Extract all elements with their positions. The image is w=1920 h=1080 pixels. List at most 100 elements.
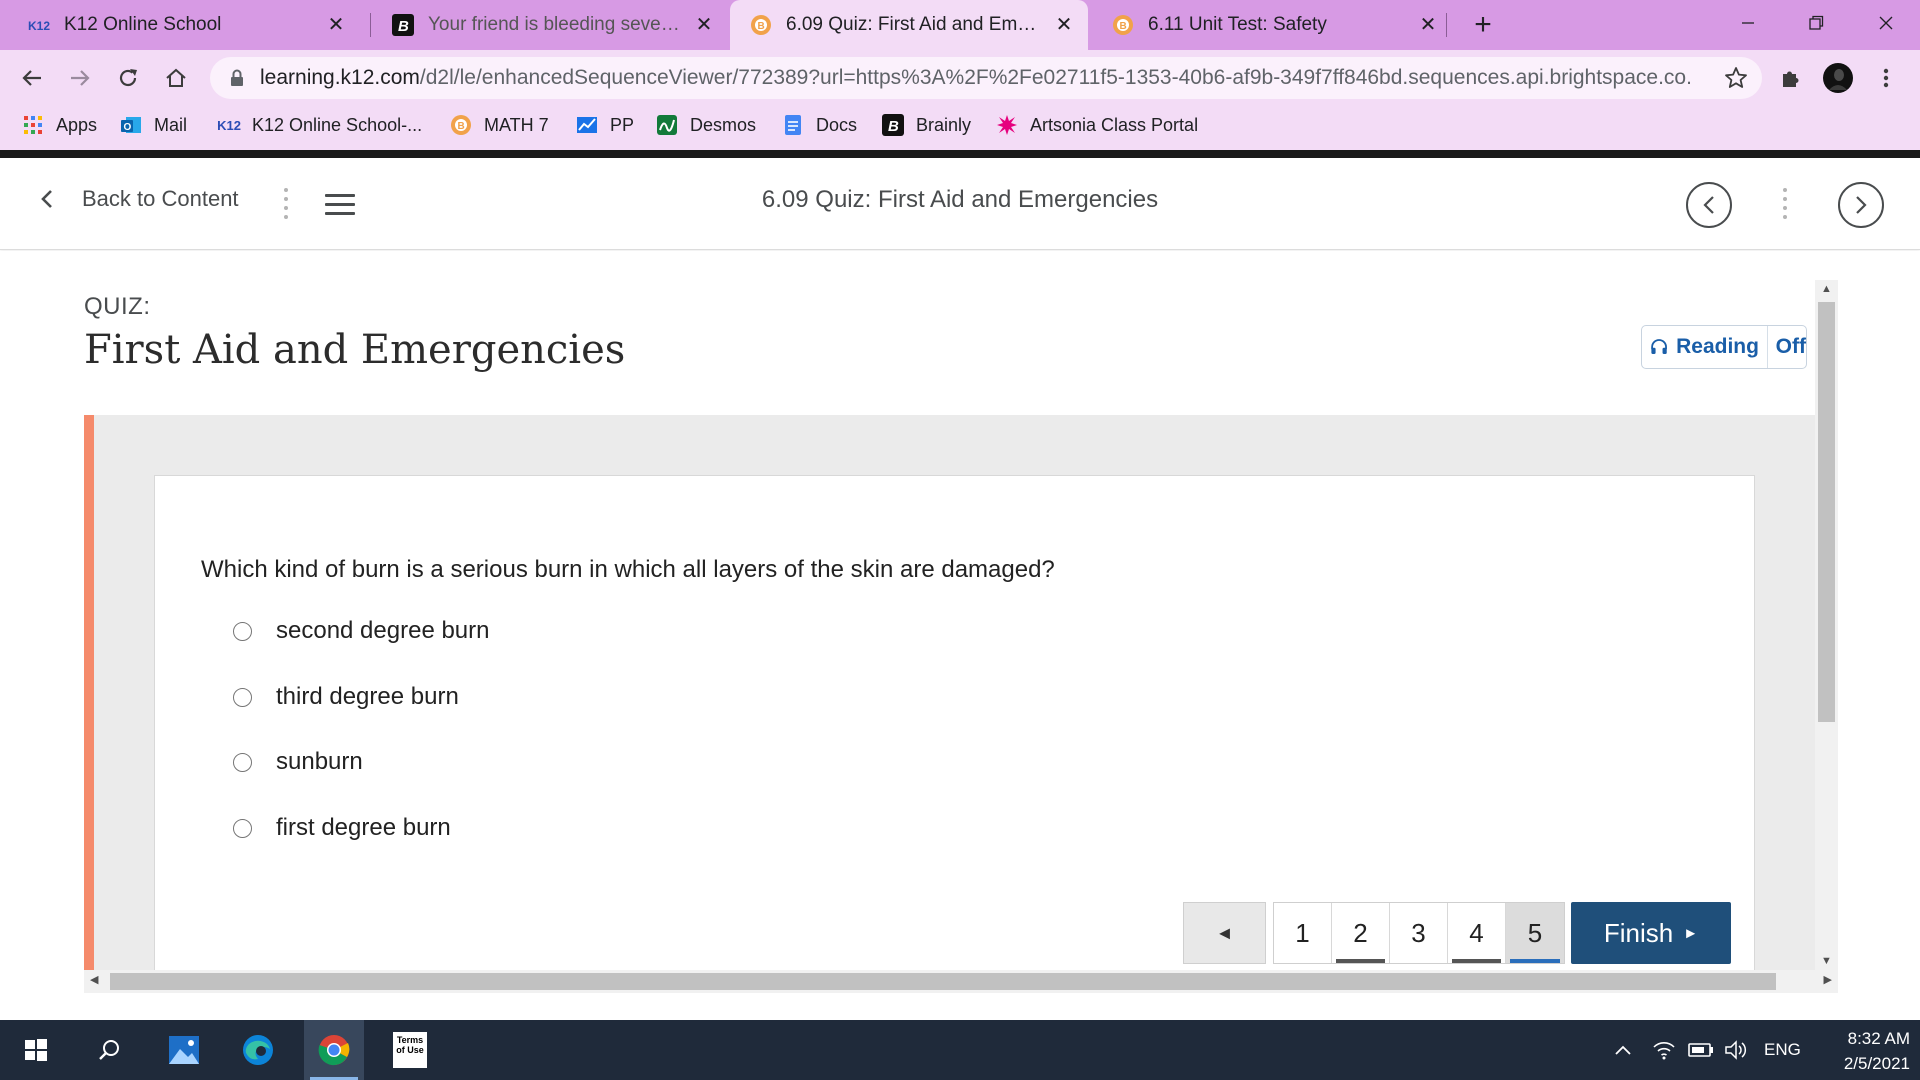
browser-tab-unit-test[interactable]: B 6.11 Unit Test: Safety ✕ <box>1092 0 1452 50</box>
bookmark-pp[interactable]: PP <box>576 106 634 144</box>
browser-menu-icon[interactable] <box>1868 60 1904 96</box>
answer-option[interactable]: third degree burn <box>233 681 459 713</box>
table-of-contents-menu-icon[interactable] <box>325 194 355 216</box>
svg-text:B: B <box>758 21 765 32</box>
page-top-divider <box>0 150 1920 158</box>
scroll-left-arrow-icon[interactable]: ◀ <box>90 973 98 986</box>
tab-title: 6.09 Quiz: First Aid and Emergen <box>786 14 1046 35</box>
scroll-up-arrow-icon[interactable]: ▲ <box>1815 283 1838 295</box>
windows-start-icon[interactable] <box>6 1020 66 1080</box>
battery-icon[interactable] <box>1688 1020 1714 1080</box>
answer-radio[interactable] <box>233 752 252 772</box>
edge-browser-icon[interactable] <box>228 1020 288 1080</box>
close-window-icon[interactable] <box>1852 0 1920 46</box>
page-button-1[interactable]: 1 <box>1274 903 1332 963</box>
restore-window-icon[interactable] <box>1782 0 1850 46</box>
previous-question-button[interactable]: ◄ <box>1183 902 1266 964</box>
address-bar[interactable]: learning.k12.com/d2l/le/enhancedSequence… <box>210 57 1762 99</box>
answer-radio[interactable] <box>233 621 252 641</box>
back-arrow-icon[interactable] <box>14 60 50 96</box>
bookmarks-bar: Apps O Mail K12 K12 Online School-... B … <box>0 106 1920 150</box>
bookmark-desmos[interactable]: Desmos <box>656 106 756 144</box>
back-to-content-link[interactable]: Back to Content <box>40 186 239 212</box>
svg-text:B: B <box>1120 21 1127 32</box>
outlook-icon: O <box>120 114 142 136</box>
minimize-window-icon[interactable] <box>1714 0 1782 46</box>
answer-label: sunburn <box>276 748 363 775</box>
close-tab-icon[interactable]: ✕ <box>1418 15 1438 35</box>
windows-taskbar: Terms of Use ENG 8:32 AM 2/5/2021 <box>0 1020 1920 1080</box>
answer-option[interactable]: sunburn <box>233 746 363 778</box>
vertical-divider-dots <box>283 188 289 222</box>
finish-button[interactable]: Finish ► <box>1571 902 1731 964</box>
clock-time: 8:32 AM <box>1847 1029 1910 1048</box>
bookmark-label: Mail <box>154 114 188 135</box>
bookmark-artsonia[interactable]: Artsonia Class Portal <box>996 106 1198 144</box>
bookmark-docs[interactable]: Docs <box>782 106 857 144</box>
reading-state: Off <box>1775 335 1806 358</box>
brainly-logo-icon: B <box>392 14 414 36</box>
finish-label: Finish <box>1603 917 1674 948</box>
bookmark-apps[interactable]: Apps <box>22 106 97 144</box>
browser-tab-quiz[interactable]: B 6.09 Quiz: First Aid and Emergen ✕ <box>730 0 1088 50</box>
terms-of-use-app-icon[interactable]: Terms of Use <box>380 1020 440 1080</box>
docs-icon <box>782 114 804 136</box>
bookmark-label: Docs <box>816 114 858 135</box>
search-icon[interactable] <box>80 1020 140 1080</box>
volume-icon[interactable] <box>1724 1020 1748 1080</box>
previous-topic-button[interactable] <box>1686 182 1732 228</box>
vertical-scrollbar[interactable]: ▲ ▼ <box>1815 280 1838 970</box>
next-topic-button[interactable] <box>1838 182 1884 228</box>
horizontal-scrollbar[interactable]: ◀ ▶ <box>84 970 1838 993</box>
answer-option[interactable]: first degree burn <box>233 812 451 844</box>
scroll-right-arrow-icon[interactable]: ▶ <box>1824 973 1832 986</box>
close-tab-icon[interactable]: ✕ <box>694 15 714 35</box>
vertical-scrollbar-thumb[interactable] <box>1818 302 1835 722</box>
new-tab-button[interactable]: + <box>1466 8 1500 42</box>
reading-toggle-button[interactable]: Reading Off <box>1641 325 1807 369</box>
brightspace-logo-icon: B <box>1112 14 1134 36</box>
screen: K12 K12 Online School ✕ B Your friend is… <box>0 0 1920 1080</box>
page-button-3[interactable]: 3 <box>1390 903 1448 963</box>
close-tab-icon[interactable]: ✕ <box>1054 15 1074 35</box>
chrome-browser-icon[interactable] <box>304 1020 364 1080</box>
input-language-indicator[interactable]: ENG <box>1764 1020 1801 1080</box>
photos-app-icon[interactable] <box>154 1020 214 1080</box>
answer-label: second degree burn <box>276 617 490 644</box>
tab-title: Your friend is bleeding severely. A <box>428 14 683 35</box>
bookmark-star-icon[interactable] <box>1724 66 1748 95</box>
show-hidden-icons[interactable] <box>1614 1020 1632 1080</box>
answer-option[interactable]: second degree burn <box>233 615 490 647</box>
browser-tab-k12[interactable]: K12 K12 Online School ✕ <box>8 0 360 50</box>
bookmark-mail[interactable]: O Mail <box>120 106 187 144</box>
answer-radio[interactable] <box>233 818 252 838</box>
wifi-icon[interactable] <box>1652 1020 1676 1080</box>
browser-tab-brainly[interactable]: B Your friend is bleeding severely. A ✕ <box>372 0 728 50</box>
page-button-2[interactable]: 2 <box>1332 903 1390 963</box>
lock-icon[interactable] <box>230 69 244 92</box>
scroll-down-arrow-icon[interactable]: ▼ <box>1815 955 1838 967</box>
home-icon[interactable] <box>158 60 194 96</box>
close-tab-icon[interactable]: ✕ <box>326 15 346 35</box>
reload-icon[interactable] <box>110 60 146 96</box>
answer-radio[interactable] <box>233 687 252 707</box>
chevron-up-icon[interactable] <box>1614 1044 1632 1056</box>
horizontal-scrollbar-thumb[interactable] <box>110 973 1776 990</box>
profile-avatar-icon[interactable] <box>1820 60 1856 96</box>
forward-arrow-icon[interactable] <box>62 60 98 96</box>
extensions-puzzle-icon[interactable] <box>1772 60 1808 96</box>
vertical-divider-dots <box>1782 188 1788 222</box>
bookmark-brainly[interactable]: B Brainly <box>882 106 971 144</box>
page-button-5[interactable]: 5 <box>1506 903 1564 963</box>
tab-divider <box>370 13 371 37</box>
clock-date: 2/5/2021 <box>1843 1054 1910 1073</box>
page-button-4[interactable]: 4 <box>1448 903 1506 963</box>
tab-divider <box>1446 13 1447 37</box>
tab-title: K12 Online School <box>64 14 222 35</box>
bookmark-k12[interactable]: K12 K12 Online School-... <box>217 106 422 144</box>
bookmark-math7[interactable]: B MATH 7 <box>450 106 549 144</box>
taskbar-clock[interactable]: 8:32 AM 2/5/2021 <box>1810 1026 1910 1076</box>
tab-title: 6.11 Unit Test: Safety <box>1148 14 1327 35</box>
brightspace-icon: B <box>450 114 472 136</box>
quiz-label: QUIZ: <box>84 293 151 320</box>
